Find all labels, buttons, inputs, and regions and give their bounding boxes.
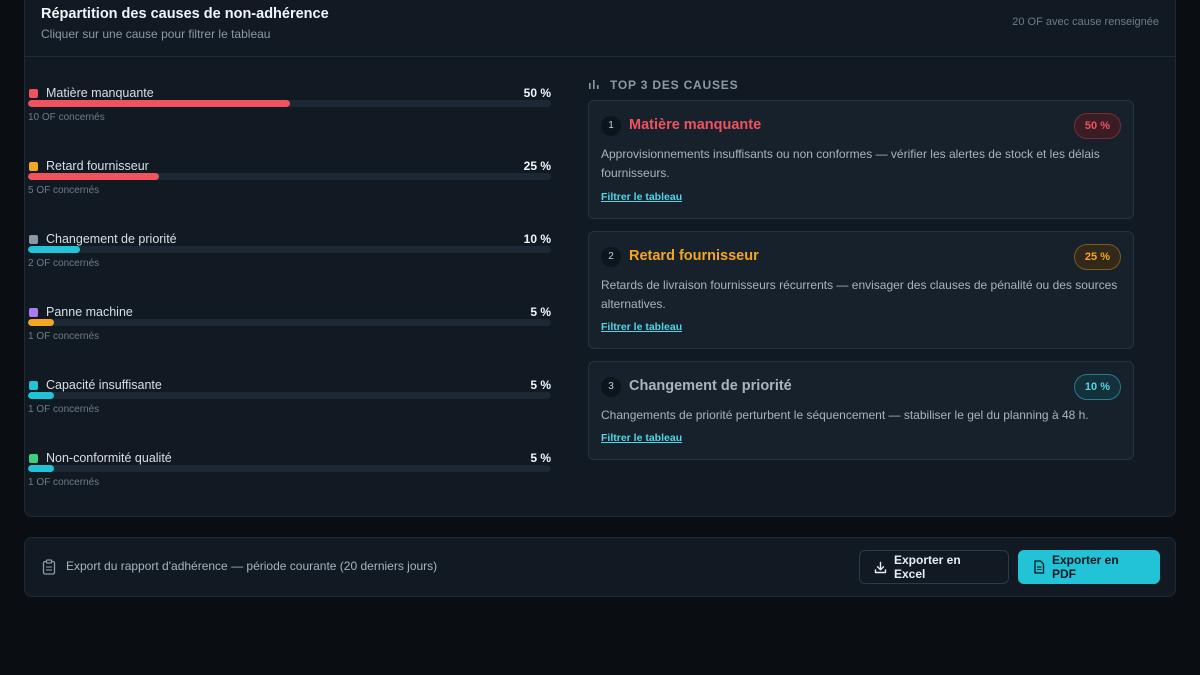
panel-subtitle: Cliquer sur une cause pour filtrer le ta… — [41, 27, 271, 41]
cause-bar-fill — [28, 100, 290, 107]
cause-percent: 5 % — [530, 451, 551, 465]
cause-bar-track — [28, 246, 551, 253]
export-pdf-label: Exporter en PDF — [1052, 553, 1119, 581]
document-icon — [1034, 560, 1045, 574]
cause-name: Matière manquante — [629, 117, 762, 133]
percent-badge: 25 % — [1073, 244, 1121, 270]
cause-name: Changement de priorité — [629, 378, 792, 394]
cause-count: 10 OF concernés — [28, 112, 105, 123]
bar-chart-icon — [589, 80, 599, 89]
panel-meta-count: 20 OF avec cause renseignée — [1012, 16, 1159, 28]
cause-label: Non-conformité qualité — [46, 451, 172, 465]
top3-title: TOP 3 DES CAUSES — [610, 78, 739, 92]
cause-count: 2 OF concernés — [28, 258, 100, 269]
cause-description: Retards de livraison fournisseurs récurr… — [601, 278, 1118, 311]
cause-row[interactable]: Retard fournisseur 25 % 5 OF concernés — [28, 159, 551, 232]
top-cause-card: 3 Changement de priorité 10 % Changements d… — [588, 361, 1134, 460]
cause-label: Retard fournisseur — [46, 159, 149, 173]
cause-name: Retard fournisseur — [629, 248, 759, 264]
download-icon — [874, 561, 887, 573]
filter-table-link[interactable]: Filtrer le tableau — [601, 191, 682, 203]
filter-table-link[interactable]: Filtrer le tableau — [601, 321, 682, 333]
cause-row[interactable]: Matière manquante 50 % 10 OF concernés — [28, 86, 551, 159]
filter-table-link[interactable]: Filtrer le tableau — [601, 432, 682, 444]
cause-swatch — [29, 89, 38, 98]
cause-bar-fill — [28, 465, 55, 472]
cause-count: 1 OF concernés — [28, 477, 100, 488]
cause-bar-track — [28, 100, 551, 107]
cause-row[interactable]: Capacité insuffisante 5 % 1 OF concernés — [28, 378, 551, 451]
export-excel-label: Exporter en Excel — [894, 553, 961, 581]
cause-row[interactable]: Panne machine 5 % 1 OF concernés — [28, 305, 551, 378]
cause-count: 1 OF concernés — [28, 404, 100, 415]
rank-badge: 2 — [601, 247, 621, 267]
cause-row[interactable]: Non-conformité qualité 5 % 1 OF concernés — [28, 451, 551, 524]
cause-list: Matière manquante 50 % 10 OF concernés Reta… — [28, 86, 551, 524]
cause-percent: 50 % — [523, 86, 551, 100]
panel-title: Répartition des causes de non-adhérence — [41, 6, 329, 22]
cause-bar-track — [28, 173, 551, 180]
cause-bar-fill — [28, 319, 55, 326]
top-cause-card: 2 Retard fournisseur 25 % Retards de livrai… — [588, 231, 1134, 349]
cause-description: Approvisionnements insuffisants ou non c… — [601, 147, 1100, 180]
cause-bar-track — [28, 465, 551, 472]
percent-badge: 50 % — [1073, 113, 1121, 139]
cause-count: 5 OF concernés — [28, 185, 100, 196]
cause-swatch — [29, 162, 38, 171]
cause-bar-track — [28, 392, 551, 399]
cause-swatch — [29, 308, 38, 317]
cause-description: Changements de priorité perturbent le sé… — [601, 408, 1089, 422]
cause-count: 1 OF concernés — [28, 331, 100, 342]
cause-swatch — [29, 454, 38, 463]
export-footer: Export du rapport d'adhérence — période … — [24, 537, 1176, 597]
cause-label: Changement de priorité — [46, 232, 177, 246]
cause-percent: 10 % — [523, 232, 551, 246]
cause-percent: 25 % — [523, 159, 551, 173]
cause-label: Panne machine — [46, 305, 133, 319]
panel-header: Répartition des causes de non-adhérence … — [25, 0, 1175, 57]
cause-bar-fill — [28, 246, 81, 253]
rank-badge: 1 — [601, 116, 621, 136]
cause-bar-fill — [28, 173, 159, 180]
clipboard-icon — [42, 559, 56, 575]
export-pdf-button[interactable]: Exporter en PDF — [1018, 550, 1160, 584]
rank-badge: 3 — [601, 377, 621, 397]
cause-swatch — [29, 235, 38, 244]
export-excel-button[interactable]: Exporter en Excel — [859, 550, 1009, 584]
footer-text: Export du rapport d'adhérence — période … — [66, 559, 438, 573]
cause-label: Matière manquante — [46, 86, 154, 100]
cause-bar-fill — [28, 392, 55, 399]
cause-label: Capacité insuffisante — [46, 378, 162, 392]
percent-badge: 10 % — [1073, 374, 1121, 400]
cause-percent: 5 % — [530, 305, 551, 319]
cause-swatch — [29, 381, 38, 390]
cause-row[interactable]: Changement de priorité 10 % 2 OF concernés — [28, 232, 551, 305]
cause-bar-track — [28, 319, 551, 326]
cause-percent: 5 % — [530, 378, 551, 392]
top-cause-card: 1 Matière manquante 50 % Approvisionnements… — [588, 100, 1134, 219]
